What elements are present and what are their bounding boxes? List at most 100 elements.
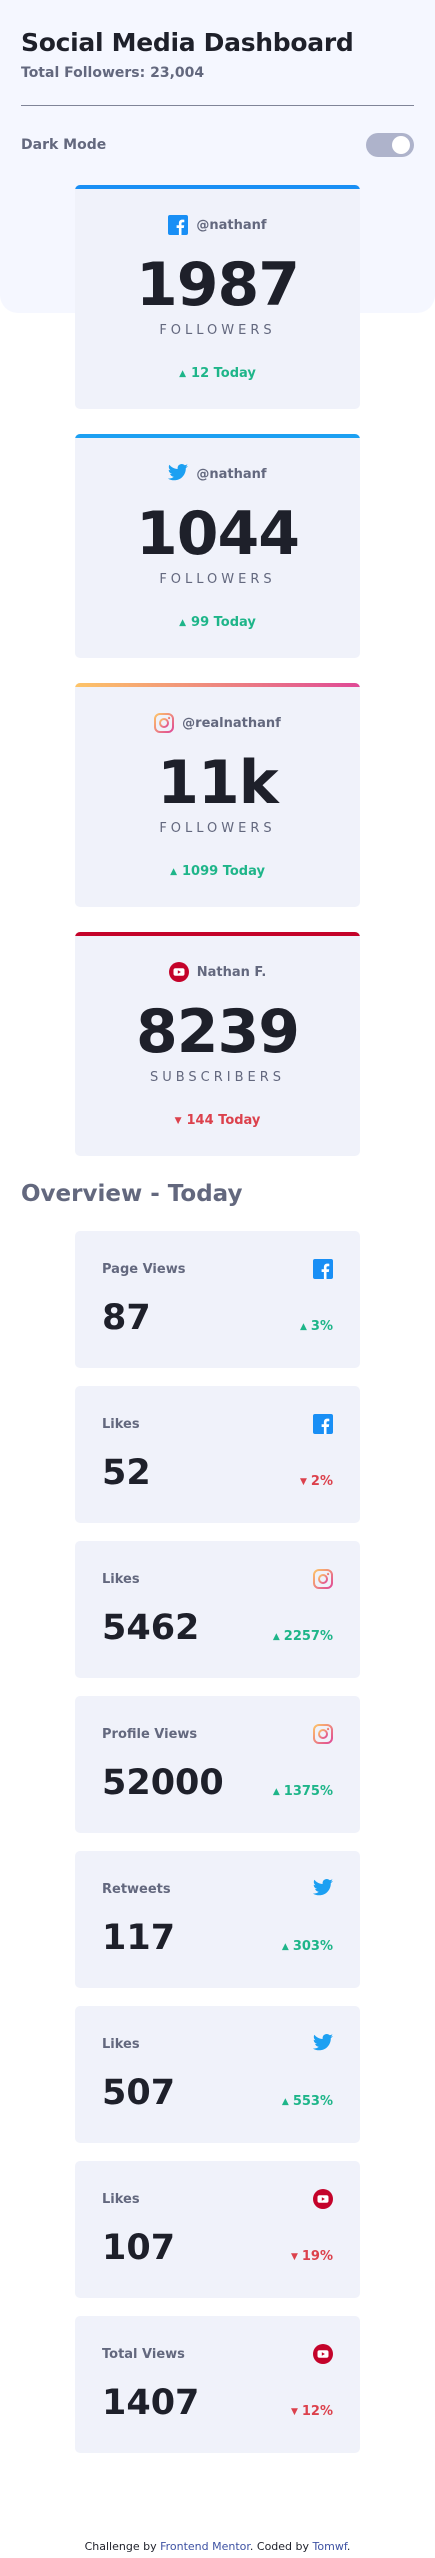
facebook-icon xyxy=(168,215,189,235)
follower-card-twitter[interactable]: @nathanf 1044 FOLLOWERS ▲ 99 Today xyxy=(75,434,360,658)
page-title: Social Media Dashboard xyxy=(21,28,354,57)
metric-label: Page Views xyxy=(102,1261,186,1277)
delta-text: 12 Today xyxy=(191,366,256,381)
arrow-up-icon: ▲ xyxy=(170,866,177,877)
overview-card[interactable]: Likes 52 ▼ 2% xyxy=(75,1386,360,1523)
overview-card-body: 87 ▲ 3% xyxy=(102,1301,333,1336)
overview-card[interactable]: Profile Views 52000 ▲ 1375% xyxy=(75,1696,360,1833)
handle: @realnathanf xyxy=(182,715,281,731)
facebook-icon xyxy=(313,1414,333,1434)
handle-row: Nathan F. xyxy=(75,962,360,982)
arrow-down-icon: ▼ xyxy=(300,1476,307,1487)
handle-row: @realnathanf xyxy=(75,713,360,733)
overview-card-body: 107 ▼ 19% xyxy=(102,2231,333,2266)
follower-card-instagram[interactable]: @realnathanf 11k FOLLOWERS ▲ 1099 Today xyxy=(75,683,360,907)
follower-delta: ▲ 99 Today xyxy=(75,615,360,630)
metric-label: Retweets xyxy=(102,1881,171,1897)
overview-card-header: Likes xyxy=(102,1414,333,1434)
overview-card-body: 507 ▲ 553% xyxy=(102,2076,333,2111)
overview-card[interactable]: Retweets 117 ▲ 303% xyxy=(75,1851,360,1988)
delta-text: 99 Today xyxy=(191,615,256,630)
delta-text: 144 Today xyxy=(186,1113,261,1128)
percent-text: 553% xyxy=(292,2094,333,2109)
overview-card[interactable]: Total Views 1407 ▼ 12% xyxy=(75,2316,360,2453)
overview-card[interactable]: Likes 507 ▲ 553% xyxy=(75,2006,360,2143)
metric-value: 107 xyxy=(102,2228,176,2268)
overview-card-header: Likes xyxy=(102,2189,333,2209)
metric-value: 1407 xyxy=(102,2383,200,2423)
metric-label: Likes xyxy=(102,2036,140,2052)
twitter-icon xyxy=(312,1879,333,1899)
follower-count: 1044 xyxy=(136,499,300,569)
follower-card-facebook[interactable]: @nathanf 1987 FOLLOWERS ▲ 12 Today xyxy=(75,185,360,409)
metric-label: Total Views xyxy=(102,2346,185,2362)
arrow-down-icon: ▼ xyxy=(290,2251,298,2262)
follower-unit: SUBSCRIBERS xyxy=(149,1070,286,1085)
header: Social Media Dashboard Total Followers: … xyxy=(0,0,435,157)
metric-change: ▼ 2% xyxy=(300,1474,333,1491)
overview-card-header: Page Views xyxy=(102,1259,333,1279)
percent-text: 2% xyxy=(310,1474,333,1489)
handle: Nathan F. xyxy=(196,964,267,980)
frontend-mentor-link[interactable]: Frontend Mentor xyxy=(160,2540,250,2553)
instagram-icon xyxy=(313,1569,333,1589)
metric-value: 117 xyxy=(102,1918,176,1958)
metric-label: Profile Views xyxy=(102,1726,198,1742)
follower-count: 1987 xyxy=(136,250,300,320)
twitter-icon xyxy=(168,464,189,484)
card-accent-bar xyxy=(75,434,360,438)
metric-value: 52000 xyxy=(102,1763,224,1803)
overview-card[interactable]: Likes 5462 ▲ 2257% xyxy=(75,1541,360,1678)
follower-count: 11k xyxy=(157,748,278,818)
follower-card-youtube[interactable]: Nathan F. 8239 SUBSCRIBERS ▼ 144 Today xyxy=(75,932,360,1156)
card-accent-bar xyxy=(75,185,360,189)
youtube-icon xyxy=(313,2189,333,2209)
arrow-down-icon: ▼ xyxy=(174,1115,182,1126)
metric-change: ▲ 2257% xyxy=(273,1629,333,1646)
percent-text: 19% xyxy=(301,2249,333,2264)
card-accent-bar xyxy=(75,932,360,936)
overview-card-header: Profile Views xyxy=(102,1724,333,1744)
overview-card-body: 52000 ▲ 1375% xyxy=(102,1766,333,1801)
follower-unit: FOLLOWERS xyxy=(159,572,276,587)
dark-mode-row: Dark Mode xyxy=(21,133,414,157)
arrow-up-icon: ▲ xyxy=(300,1321,307,1332)
youtube-icon xyxy=(168,962,189,982)
handle-row: @nathanf xyxy=(75,464,360,484)
overview-card[interactable]: Page Views 87 ▲ 3% xyxy=(75,1231,360,1368)
follower-delta: ▲ 12 Today xyxy=(75,366,360,381)
footer-suffix: . xyxy=(346,2540,351,2553)
metric-value: 87 xyxy=(102,1298,151,1338)
delta-text: 1099 Today xyxy=(181,864,265,879)
handle: @nathanf xyxy=(196,466,267,482)
follower-delta: ▼ 144 Today xyxy=(75,1113,360,1128)
footer-middle: . Coded by xyxy=(249,2540,313,2553)
overview-card-body: 52 ▼ 2% xyxy=(102,1456,333,1491)
instagram-icon xyxy=(313,1724,333,1744)
overview-card-header: Likes xyxy=(102,1569,333,1589)
follower-unit: FOLLOWERS xyxy=(159,323,276,338)
metric-change: ▲ 1375% xyxy=(273,1784,333,1801)
dark-mode-toggle[interactable] xyxy=(366,133,414,157)
arrow-down-icon: ▼ xyxy=(290,2406,298,2417)
percent-text: 3% xyxy=(310,1319,333,1334)
metric-value: 52 xyxy=(102,1453,151,1493)
overview-card-header: Retweets xyxy=(102,1879,333,1899)
metric-value: 507 xyxy=(102,2073,176,2113)
arrow-up-icon: ▲ xyxy=(281,2096,289,2107)
percent-text: 1375% xyxy=(283,1784,333,1799)
metric-value: 5462 xyxy=(102,1608,200,1648)
overview-card-body: 117 ▲ 303% xyxy=(102,1921,333,1956)
author-link[interactable]: Tomwf xyxy=(313,2540,347,2553)
arrow-up-icon: ▲ xyxy=(281,1941,289,1952)
percent-text: 12% xyxy=(301,2404,333,2419)
overview-card-body: 1407 ▼ 12% xyxy=(102,2386,333,2421)
metric-label: Likes xyxy=(102,1571,140,1587)
arrow-up-icon: ▲ xyxy=(272,1631,280,1642)
arrow-up-icon: ▲ xyxy=(179,368,187,379)
overview-cards: Page Views 87 ▲ 3% Likes 52 ▼ 2% Likes 5462 ▲ 2257%… xyxy=(0,1231,435,2453)
overview-card[interactable]: Likes 107 ▼ 19% xyxy=(75,2161,360,2298)
youtube-icon xyxy=(313,2344,333,2364)
percent-text: 2257% xyxy=(283,1629,333,1644)
twitter-icon xyxy=(312,2034,333,2054)
